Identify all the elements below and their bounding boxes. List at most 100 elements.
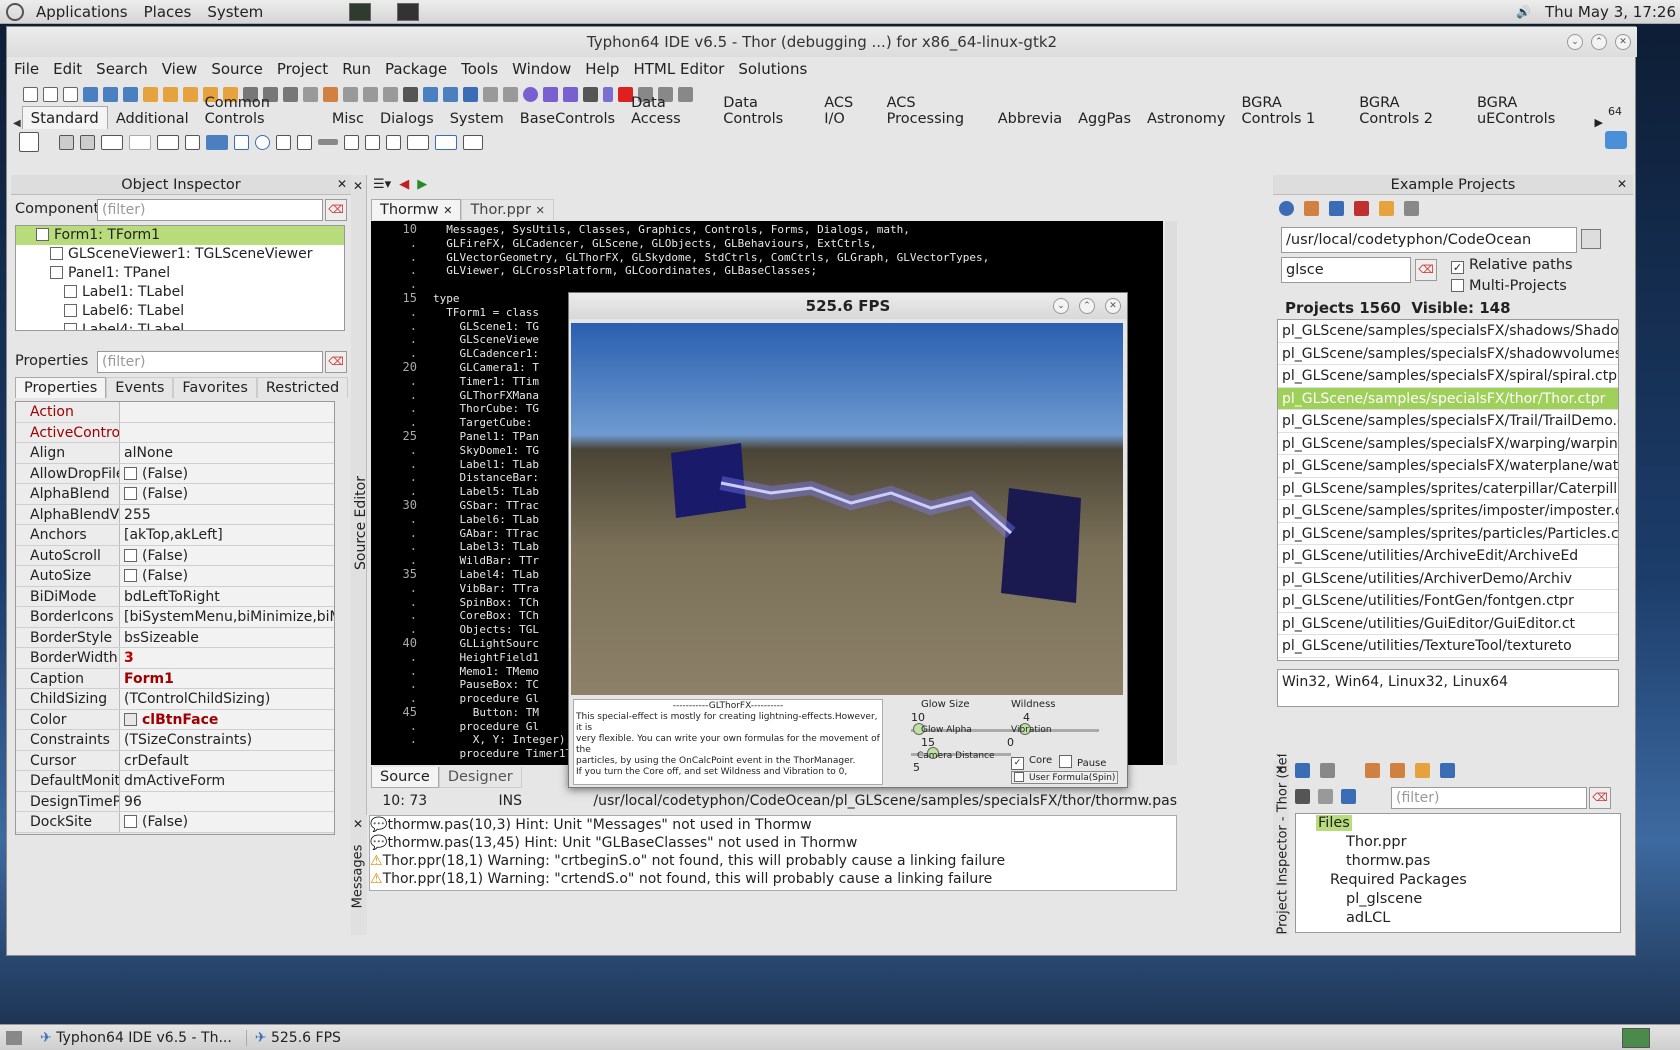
- property-row[interactable]: AutoScroll (False): [16, 545, 334, 566]
- checkbox-icon[interactable]: [234, 134, 249, 150]
- property-row[interactable]: AllowDropFiles (False): [16, 463, 334, 484]
- build-icon[interactable]: [383, 86, 398, 102]
- gnome-foot-icon[interactable]: [6, 2, 24, 21]
- example-project-item[interactable]: pl_GLScene/utilities/FontGen/fontgen.ctp…: [1278, 590, 1618, 613]
- property-value[interactable]: bdLeftToRight: [120, 586, 334, 606]
- menu-source[interactable]: Source: [204, 60, 270, 78]
- examples-search-clear-icon[interactable]: ⌫: [1415, 259, 1437, 281]
- examples-path-input[interactable]: /usr/local/codetyphon/CodeOcean: [1281, 227, 1577, 253]
- system-menu[interactable]: System: [207, 3, 263, 21]
- palette-next-icon[interactable]: ▶: [1595, 116, 1603, 129]
- add-icon[interactable]: [1295, 763, 1310, 778]
- pause-checkbox[interactable]: Pause: [1059, 755, 1106, 769]
- tree-item[interactable]: Label1: TLabel: [16, 283, 344, 302]
- properties-filter-clear-icon[interactable]: ⌫: [325, 351, 347, 373]
- property-value[interactable]: crDefault: [120, 750, 334, 770]
- menu-tools[interactable]: Tools: [454, 60, 505, 78]
- message-warning[interactable]: ⚠Thor.ppr(18,1) Warning: "crtendS.o" not…: [370, 870, 1176, 888]
- tab-properties[interactable]: Properties: [15, 377, 107, 398]
- project-options-icon[interactable]: [343, 86, 358, 102]
- refresh-icon[interactable]: [1279, 201, 1294, 216]
- example-project-item[interactable]: pl_GLScene/samples/sprites/imposter/impo…: [1278, 500, 1618, 523]
- property-value[interactable]: [120, 402, 334, 422]
- property-row[interactable]: ActiveControl: [16, 422, 334, 443]
- scrollbar-icon[interactable]: [318, 139, 338, 145]
- build-run-icon[interactable]: [543, 86, 558, 102]
- source-editor-close-icon[interactable]: ✕: [353, 179, 363, 193]
- palette-tab-additional[interactable]: Additional: [108, 109, 197, 129]
- components-filter-input[interactable]: (filter): [97, 199, 323, 221]
- new-unit-icon[interactable]: [43, 86, 58, 102]
- run-dropdown-icon[interactable]: [583, 86, 598, 102]
- open-folder-icon[interactable]: [1379, 201, 1394, 216]
- editor-tab[interactable]: Thor.ppr ✕: [461, 199, 554, 220]
- example-project-item[interactable]: pl_GLScene/samples/specialsFX/spiral/spi…: [1278, 365, 1618, 388]
- user-formula-checkbox[interactable]: User Formula(Spin): [1011, 771, 1119, 784]
- message-hint[interactable]: 💬thormw.pas(10,3) Hint: Unit "Messages" …: [370, 816, 1176, 834]
- example-project-item[interactable]: pl_GLScene/samples/specialsFX/shadows/Sh…: [1278, 320, 1618, 343]
- fps-minimize-button[interactable]: ⌄: [1053, 298, 1069, 314]
- example-project-item[interactable]: pl_GLScene/utilities/ArchiveEdit/Archive…: [1278, 545, 1618, 568]
- mainmenu-icon[interactable]: [59, 134, 74, 150]
- checkbox-icon[interactable]: [124, 569, 137, 582]
- package-graph-icon[interactable]: [423, 86, 438, 102]
- property-row[interactable]: Caption Form1: [16, 668, 334, 689]
- fps-maximize-button[interactable]: ⌃: [1079, 298, 1095, 314]
- menu-help[interactable]: Help: [578, 60, 626, 78]
- palette-tab-bgra-controls-1[interactable]: BGRA Controls 1: [1233, 93, 1351, 129]
- core-checkbox[interactable]: ✓ Core: [1011, 755, 1052, 770]
- property-row[interactable]: AlphaBlendValue255: [16, 504, 334, 525]
- show-tree-icon[interactable]: [1295, 789, 1310, 804]
- editor-menu-icon[interactable]: ☰▾: [373, 177, 391, 192]
- options-package-icon[interactable]: [1390, 763, 1405, 778]
- clock[interactable]: Thu May 3, 17:26: [1545, 3, 1676, 21]
- property-row[interactable]: DesignTimePPI96: [16, 791, 334, 812]
- radiobutton-icon[interactable]: [255, 134, 270, 150]
- property-row[interactable]: Action: [16, 402, 334, 423]
- tab-designer[interactable]: Designer: [438, 767, 522, 788]
- togglebox-icon[interactable]: [206, 134, 228, 150]
- groupbox-icon[interactable]: [344, 134, 359, 150]
- label-icon[interactable]: [129, 134, 151, 150]
- property-row[interactable]: Constraints (TSizeConstraints): [16, 730, 334, 751]
- fps-close-button[interactable]: ✕: [1105, 298, 1121, 314]
- palette-tab-astronomy[interactable]: Astronomy: [1139, 109, 1233, 129]
- tree-item[interactable]: adLCL: [1296, 909, 1620, 928]
- property-value[interactable]: [biSystemMenu,biMinimize,biMax: [120, 607, 334, 627]
- settings-icon[interactable]: [1404, 201, 1419, 216]
- property-row[interactable]: BorderStyle bsSizeable: [16, 627, 334, 648]
- palette-tab-dialogs[interactable]: Dialogs: [372, 109, 442, 129]
- tools-icon[interactable]: [463, 86, 478, 102]
- palette-tab-data-access[interactable]: Data Access: [623, 93, 715, 129]
- listbox-icon[interactable]: [276, 134, 291, 150]
- palette-tab-system[interactable]: System: [442, 109, 512, 129]
- volume-icon[interactable]: 🔊: [1516, 5, 1531, 19]
- tree-item[interactable]: Files: [1296, 814, 1620, 833]
- example-project-item[interactable]: pl_GLScene/utilities/GuiEditor/GuiEditor…: [1278, 613, 1618, 635]
- palette-tab-common-controls[interactable]: Common Controls: [197, 93, 324, 129]
- build-mode-icon[interactable]: [503, 86, 518, 102]
- example-project-item[interactable]: pl_GLScene/samples/sprites/particles/Par…: [1278, 523, 1618, 545]
- radiogroup-icon[interactable]: [365, 134, 380, 150]
- actionlist-icon[interactable]: [463, 134, 483, 150]
- browse-folder-icon[interactable]: [1581, 229, 1601, 249]
- tab-source[interactable]: Source: [371, 767, 439, 788]
- tab-restricted[interactable]: Restricted: [256, 377, 349, 398]
- palette-tab-abbrevia[interactable]: Abbrevia: [990, 109, 1070, 129]
- palette-tab-standard[interactable]: Standard: [21, 106, 108, 129]
- property-value[interactable]: [120, 422, 334, 442]
- messages-close-icon[interactable]: ✕: [353, 817, 363, 831]
- menu-file[interactable]: File: [7, 60, 46, 78]
- menu-edit[interactable]: Edit: [46, 60, 89, 78]
- compile-package-icon[interactable]: [1365, 763, 1380, 778]
- property-value[interactable]: dmActiveForm: [120, 771, 334, 791]
- examples-search-input[interactable]: glsce: [1281, 257, 1411, 283]
- menu-window[interactable]: Window: [505, 60, 578, 78]
- property-value[interactable]: (False): [120, 463, 334, 483]
- tab-favorites[interactable]: Favorites: [173, 377, 257, 398]
- property-row[interactable]: AlphaBlend (False): [16, 484, 334, 505]
- property-value[interactable]: (False): [120, 484, 334, 504]
- palette-download-icon[interactable]: [1605, 131, 1627, 149]
- tree-item[interactable]: pl_glscene: [1296, 890, 1620, 909]
- remove-icon[interactable]: [1320, 763, 1335, 778]
